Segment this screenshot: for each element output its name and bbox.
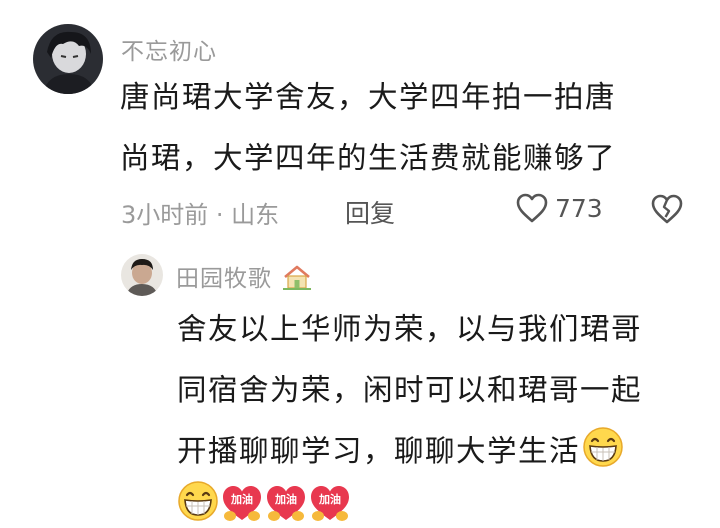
cheer-sticker-label: 加油 [231,493,253,506]
reply-button[interactable]: 回复 [345,194,395,230]
cheer-sticker-label: 加油 [275,493,297,506]
grinning-emoji-icon [582,426,624,489]
replier-avatar[interactable] [121,254,163,296]
comment-time-location: 3小时前 · 山东 [121,201,280,229]
replier-username-text: 田园牧歌 [176,266,272,292]
like-button[interactable]: 773 [515,192,603,224]
reply-emoji-row: 加油 加油 加油 [177,480,351,526]
grinning-emoji-icon [177,480,219,526]
heart-icon [516,193,548,223]
cheer-sticker-icon: 加油 [221,484,263,522]
reply-text-line: 同宿舍为荣，闲时可以和珺哥一起 [177,373,643,407]
dislike-button[interactable] [650,193,684,229]
comment-text: 唐尚珺大学舍友，大学四年拍一拍唐 尚珺，大学四年的生活费就能赚够了 [120,67,616,189]
cheer-sticker-label: 加油 [319,493,341,506]
broken-heart-icon [651,194,683,224]
comment-text-line: 唐尚珺大学舍友，大学四年拍一拍唐 [120,80,617,114]
reply-text-line: 开播聊聊学习，聊聊大学生活 [177,421,642,489]
house-icon [282,264,312,296]
commenter-avatar[interactable] [33,24,103,94]
replier-username[interactable]: 田园牧歌 [176,259,312,296]
like-count: 773 [555,193,603,223]
comment-text-line: 尚珺，大学四年的生活费就能赚够了 [120,141,617,175]
cheer-sticker-icon: 加油 [265,484,307,522]
reply-text-line: 舍友以上华师为荣，以与我们珺哥 [177,312,643,346]
reply-text: 舍友以上华师为荣，以与我们珺哥 同宿舍为荣，闲时可以和珺哥一起 开播聊聊学习，聊… [177,299,642,489]
commenter-username[interactable]: 不忘初心 [121,32,217,66]
cheer-sticker-icon: 加油 [309,484,351,522]
